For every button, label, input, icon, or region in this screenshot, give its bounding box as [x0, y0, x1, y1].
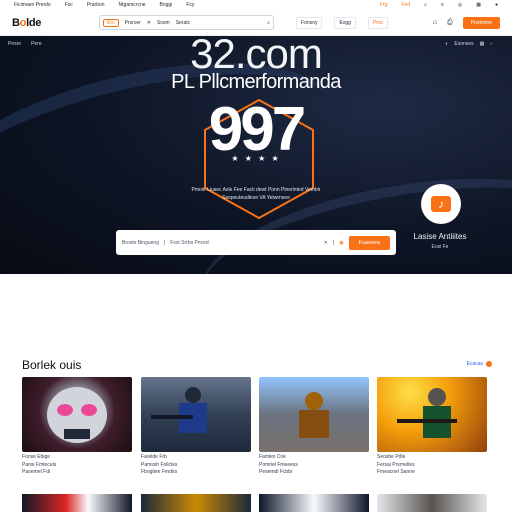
card-2-line-1: Farelde Frb [141, 454, 167, 460]
thumb-2[interactable] [141, 494, 251, 512]
search-submit-icon[interactable]: ⌕ [267, 20, 270, 26]
skull-icon [47, 387, 107, 443]
card-label-3: Famles Crie Pomriel Fmeeess Pesemdl Fcbb… [259, 454, 369, 477]
topbar-link-5[interactable]: Bnggi [160, 2, 173, 8]
search-category-x[interactable]: ✕ [147, 20, 151, 26]
home-icon[interactable]: ⌂ [433, 19, 437, 26]
card-4-line-1: Seosbe Pdle [377, 454, 406, 460]
card-label-2: Farelde Frb Pamssh Foilcles Fbogtien Fmd… [141, 454, 251, 477]
site-logo[interactable]: Bolde [12, 17, 41, 29]
nav-cta-button[interactable]: Prontnioe [462, 16, 500, 29]
card-4-line-3: Fmeacnel Sanne [377, 469, 415, 475]
divider-2: | [332, 239, 335, 246]
search-extra: Sosm [156, 19, 170, 26]
app-badge-sub: Eosi Fe [431, 244, 449, 250]
card-1-line-3: Paoemel Fdi [22, 469, 51, 475]
nav-link-3[interactable]: Proc [367, 16, 389, 29]
topbar-link-6[interactable]: Fcy [186, 2, 194, 8]
menu-icon[interactable]: ≡ [441, 2, 444, 8]
app-badge[interactable]: ♪ [421, 184, 461, 224]
card-label-1: Fonse Ebige Pansi Fmtecels Paoemel Fdi [22, 454, 132, 477]
card-image-3[interactable] [259, 377, 369, 452]
card-image-4[interactable] [377, 377, 487, 452]
section-link-label: Ecacas [466, 361, 483, 367]
hero-tagline: PL Pllcmerformanda [171, 71, 341, 93]
section-title: Borlek ouis [22, 358, 82, 372]
topbar-link-2[interactable]: Fsc [65, 2, 73, 8]
card-image-2[interactable] [141, 377, 251, 452]
section-link-dot-icon [486, 361, 492, 367]
bag-icon[interactable]: ⎙ [447, 19, 453, 27]
gunner-icon [397, 388, 457, 438]
search-category-tag[interactable]: Erc [103, 18, 119, 27]
topbar-link-3[interactable]: Prarbon [87, 2, 105, 8]
app-badge-title: Lasise Antiiites [413, 232, 467, 241]
card-3-line-1: Famles Crie [259, 454, 286, 460]
topbar-link-1[interactable]: Ficimaen Prerdo [14, 2, 51, 8]
card-2-line-3: Fbogtien Fmdirs [141, 469, 178, 475]
topbar-right-link-1[interactable]: Frg [380, 2, 388, 8]
hero-search-input[interactable]: Fxst Srrbs Pnced [170, 240, 208, 246]
nav-icons: ⌂ ⎙ Prontnioe [433, 16, 500, 29]
thumb-3[interactable] [259, 494, 369, 512]
soldier-icon [151, 387, 207, 433]
warrior-icon [299, 392, 329, 438]
header-search[interactable]: Erc Prsrcer ✕ Sosm Seratc ⌕ [99, 15, 275, 30]
user-icon[interactable]: ● [495, 2, 498, 8]
pin-icon[interactable]: ◉ [339, 240, 343, 246]
close-icon[interactable]: ✕ [324, 240, 328, 246]
search-placeholder[interactable]: Seratc [176, 20, 190, 26]
nav-link-1[interactable]: Fonsoy [296, 16, 323, 29]
hero-banner: Pesre Pere ◐ Esonses ▦ › 32.com PL Pllcm… [0, 36, 512, 274]
search-icon[interactable]: ⌕ [424, 2, 427, 8]
topbar-right-link-2[interactable]: Fnd [402, 2, 411, 8]
card-image-1[interactable] [22, 377, 132, 452]
card-4-line-2[interactable]: Fersai Prsrneltes [377, 462, 487, 470]
hero-search-button[interactable]: Fuaesea [348, 235, 390, 250]
nav-links: Fonsoy Esgg Proc [296, 16, 389, 29]
logo-prefix: B [12, 16, 20, 29]
top-utility-bar: Ficimaen Prerdo Fsc Prarbon Ntgamcrcne B… [0, 0, 512, 10]
rating-stars: ★ ★ ★ ★ [231, 154, 281, 163]
logo-suffix: lde [26, 16, 42, 29]
card-2-line-2[interactable]: Pamssh Foilcles [141, 462, 251, 470]
card-label-4: Seosbe Pdle Fersai Prsrneltes Fmeacnel S… [377, 454, 487, 477]
thumb-4[interactable] [377, 494, 487, 512]
topbar-link-4[interactable]: Ntgamcrcne [119, 2, 146, 8]
cart-icon[interactable]: ◎ [458, 2, 462, 8]
card-3-line-2[interactable]: Pomriel Fmeeess [259, 462, 369, 470]
app-logo-icon: ♪ [431, 196, 451, 212]
card-1-line-2[interactable]: Pansi Fmtecels [22, 462, 132, 470]
card-3-line-3: Pesemdl Fcbbi [259, 469, 293, 475]
nav-link-2[interactable]: Esgg [334, 16, 356, 29]
divider: | [163, 239, 166, 246]
hero-search-label: Broste Bingueng [122, 239, 159, 246]
search-category-text: Prsrcer [124, 19, 141, 26]
hero-search-bar[interactable]: Broste Bingueng | Fxst Srrbs Pnced ✕ | ◉… [116, 230, 396, 255]
thumb-1[interactable] [22, 494, 132, 512]
card-1-line-1: Fonse Ebige [22, 454, 51, 460]
grid-icon[interactable]: ▦ [476, 2, 481, 8]
main-navbar: Bolde Erc Prsrcer ✕ Sosm Seratc ⌕ Fonsoy… [0, 10, 512, 36]
section-see-all[interactable]: Ecacas [467, 361, 492, 367]
